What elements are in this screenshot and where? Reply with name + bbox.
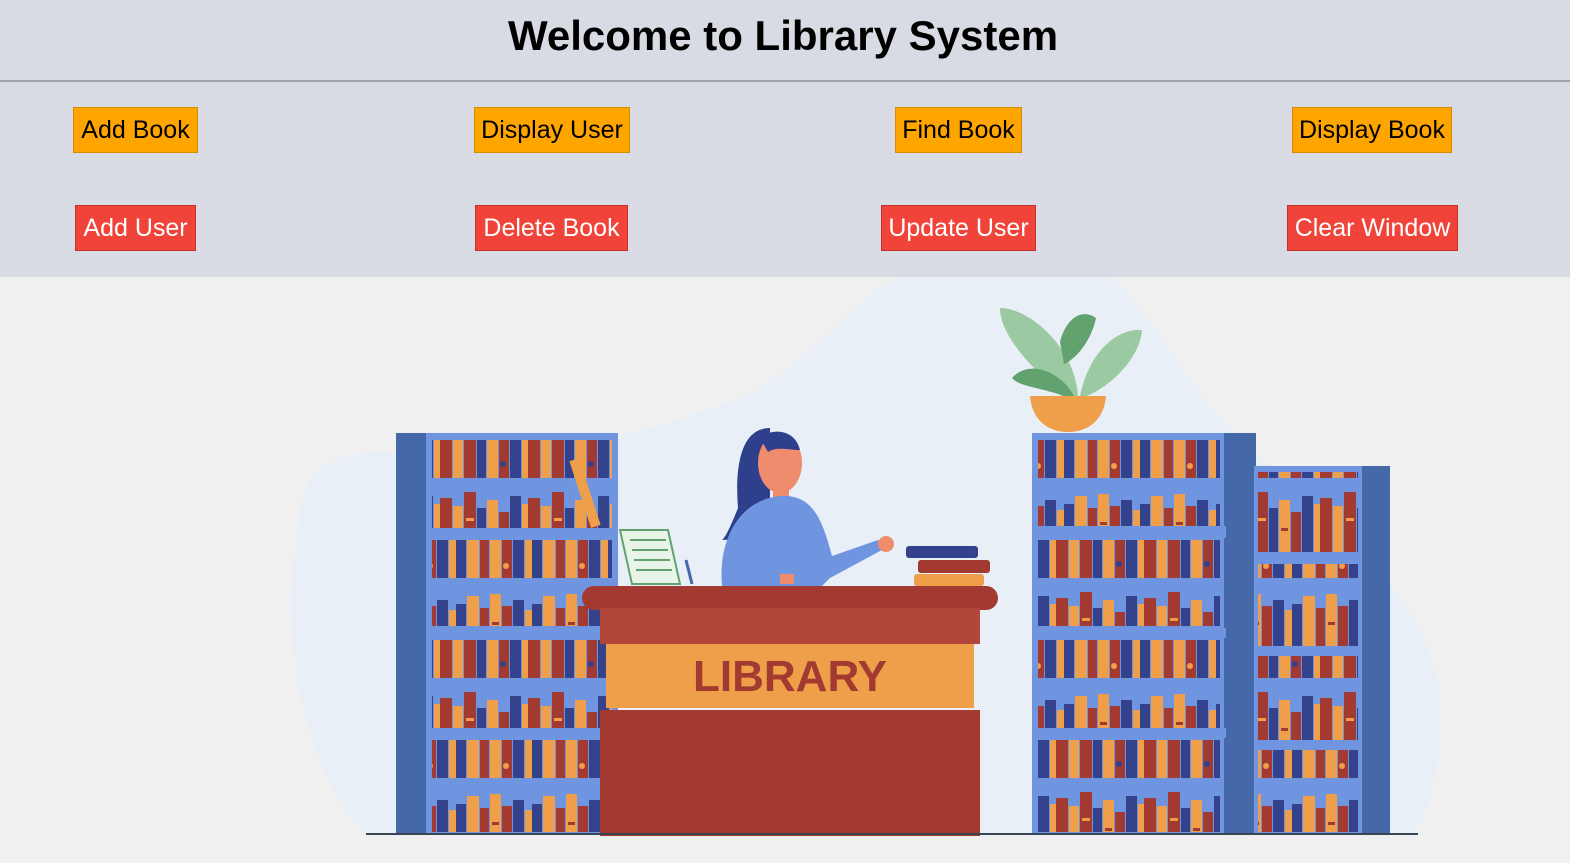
desk-sign: LIBRARY [693, 652, 887, 701]
library-illustration: LIBRARY [0, 278, 1570, 858]
page-title: Welcome to Library System [507, 12, 1059, 59]
add-user-button[interactable]: Add User [75, 205, 196, 251]
add-book-button[interactable]: Add Book [73, 107, 198, 153]
title-bar: Welcome to Library System [0, 0, 1570, 82]
button-panel: Add Book Display User Find Book Display … [0, 82, 1570, 277]
far-right-bookshelf [1254, 466, 1390, 835]
find-book-button[interactable]: Find Book [895, 107, 1022, 153]
update-user-button[interactable]: Update User [881, 205, 1036, 251]
left-bookshelf [396, 433, 618, 835]
library-desk: LIBRARY [582, 586, 998, 836]
delete-book-button[interactable]: Delete Book [475, 205, 628, 251]
display-user-button[interactable]: Display User [474, 107, 630, 153]
clear-window-button[interactable]: Clear Window [1287, 205, 1458, 251]
book-stack-icon [906, 546, 990, 586]
right-bookshelf [1032, 433, 1256, 835]
display-book-button[interactable]: Display Book [1292, 107, 1452, 153]
